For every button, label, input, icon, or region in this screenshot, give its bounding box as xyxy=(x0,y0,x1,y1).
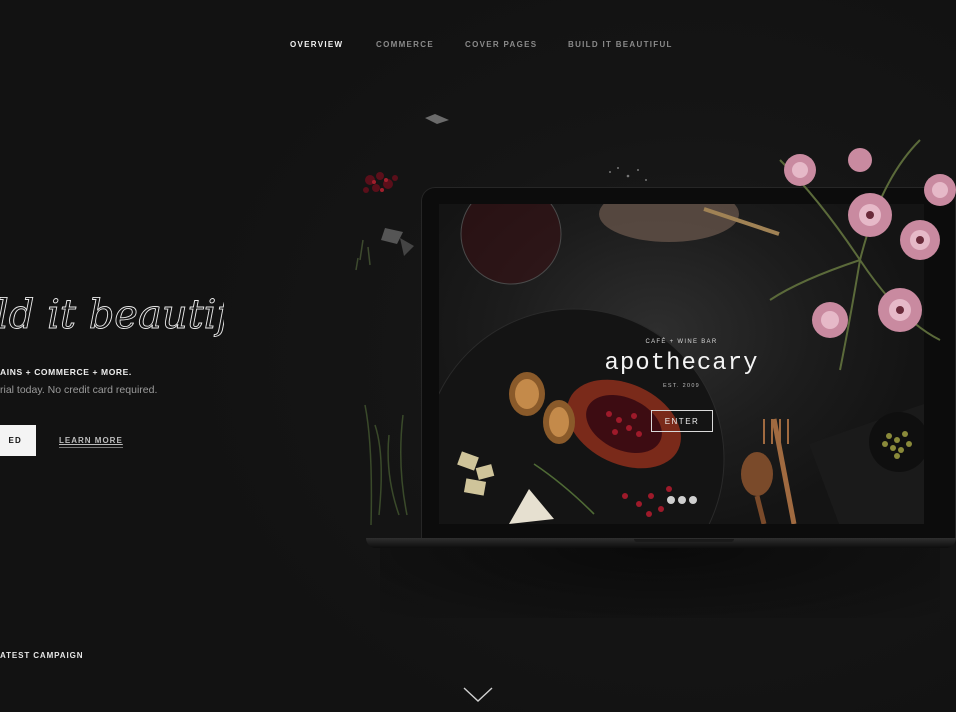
learn-more-link[interactable]: LEARN MORE xyxy=(59,436,123,448)
nav-overview[interactable]: OVERVIEW xyxy=(290,40,343,50)
instagram-icon[interactable] xyxy=(689,496,697,504)
latest-campaign-label[interactable]: ATEST CAMPAIGN xyxy=(0,651,83,660)
top-nav: OVERVIEW COMMERCE COVER PAGES BUILD IT B… xyxy=(0,40,956,52)
nav-cover-pages[interactable]: COVER PAGES xyxy=(465,40,537,50)
twitter-icon[interactable] xyxy=(667,496,675,504)
get-started-button[interactable]: ED xyxy=(0,425,36,456)
hero-tagline: AINS + COMMERCE + MORE. xyxy=(0,367,132,377)
laptop-base xyxy=(366,538,956,548)
laptop-shadow xyxy=(380,548,940,618)
laptop-notch xyxy=(634,539,734,542)
script-headline: ld it beautiful xyxy=(0,292,224,339)
floral-bouquet xyxy=(769,139,956,371)
nav-commerce[interactable]: COMMERCE xyxy=(376,40,434,50)
nav-build-it-beautiful[interactable]: BUILD IT BEAUTIFUL xyxy=(568,40,673,50)
hero-subline: rial today. No credit card required. xyxy=(0,384,158,396)
svg-text:ld it beautiful: ld it beautiful xyxy=(0,292,224,338)
chevron-down-icon[interactable] xyxy=(463,686,493,704)
speckle-decoration xyxy=(609,167,647,181)
facebook-icon[interactable] xyxy=(678,496,686,504)
screen-enter-button[interactable]: ENTER xyxy=(651,410,713,432)
screen-social-icons xyxy=(667,496,697,504)
herb-decoration xyxy=(364,404,408,526)
